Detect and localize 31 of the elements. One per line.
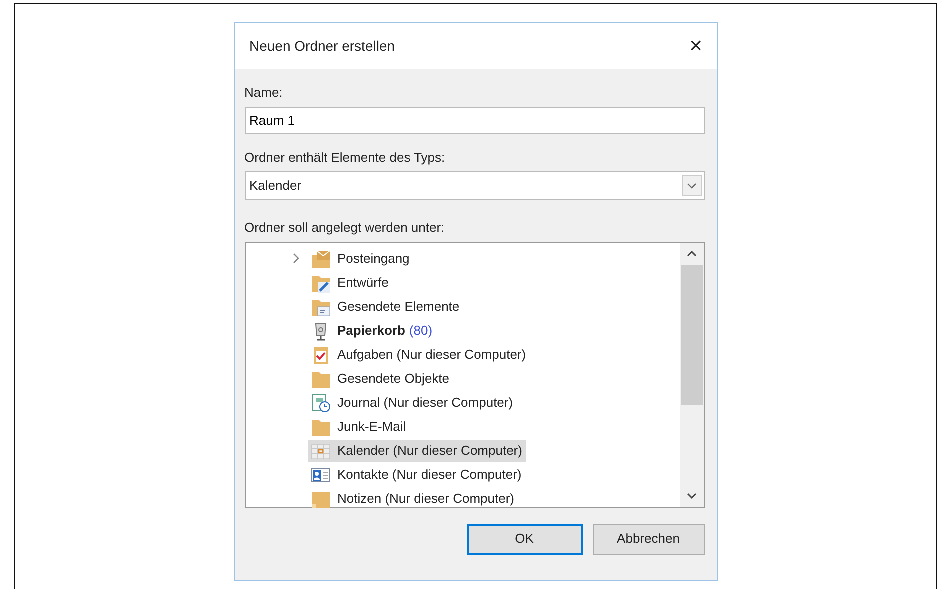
scroll-up-icon[interactable] bbox=[686, 250, 696, 256]
cancel-button[interactable]: Abbrechen bbox=[592, 524, 704, 554]
field-label: Ordner soll angelegt werden unter: bbox=[244, 219, 446, 237]
tree-item[interactable]: Kontakte (Nur dieser Computer) bbox=[308, 464, 526, 486]
tree-item[interactable]: Aufgaben (Nur dieser Computer) bbox=[308, 344, 530, 366]
close-button[interactable]: × bbox=[686, 35, 706, 57]
tree-item[interactable]: Journal (Nur dieser Computer) bbox=[308, 392, 518, 414]
field-label: Name: bbox=[244, 84, 284, 102]
journal-clock-icon bbox=[310, 392, 332, 412]
folder-envelope-icon bbox=[310, 248, 332, 268]
ok-button[interactable]: OK bbox=[466, 524, 582, 554]
scrollbar-thumb[interactable] bbox=[680, 264, 702, 404]
tree-item[interactable]: Kalender (Nur dieser Computer) bbox=[308, 440, 526, 462]
tree-item[interactable]: Notizen (Nur dieser Computer) bbox=[308, 488, 519, 510]
tree-item[interactable]: Junk-E-Mail bbox=[308, 416, 410, 438]
dropdown-button[interactable] bbox=[682, 175, 702, 196]
type-dropdown[interactable]: Kalender bbox=[244, 171, 704, 200]
tree-item[interactable]: Papierkorb (80) bbox=[308, 320, 437, 342]
name-input-field[interactable]: Raum 1 bbox=[244, 106, 704, 134]
chevron-down-icon bbox=[686, 182, 696, 188]
tree-item[interactable]: Posteingang bbox=[308, 248, 414, 270]
tree-item[interactable]: Entwürfe bbox=[308, 272, 393, 294]
field-label: Ordner enthält Elemente des Typs: bbox=[244, 148, 446, 167]
folder-name: Papierkorb bbox=[338, 322, 406, 338]
chevron-right-icon[interactable] bbox=[293, 253, 300, 264]
window-title: Neuen Ordner erstellen bbox=[250, 36, 396, 56]
unread-count: (80) bbox=[409, 322, 433, 338]
tree-item[interactable]: Gesendete Objekte bbox=[308, 368, 454, 390]
tree-item[interactable]: Gesendete Elemente bbox=[308, 296, 464, 318]
scrollbar[interactable] bbox=[680, 242, 704, 506]
scroll-down-icon[interactable] bbox=[686, 492, 696, 498]
